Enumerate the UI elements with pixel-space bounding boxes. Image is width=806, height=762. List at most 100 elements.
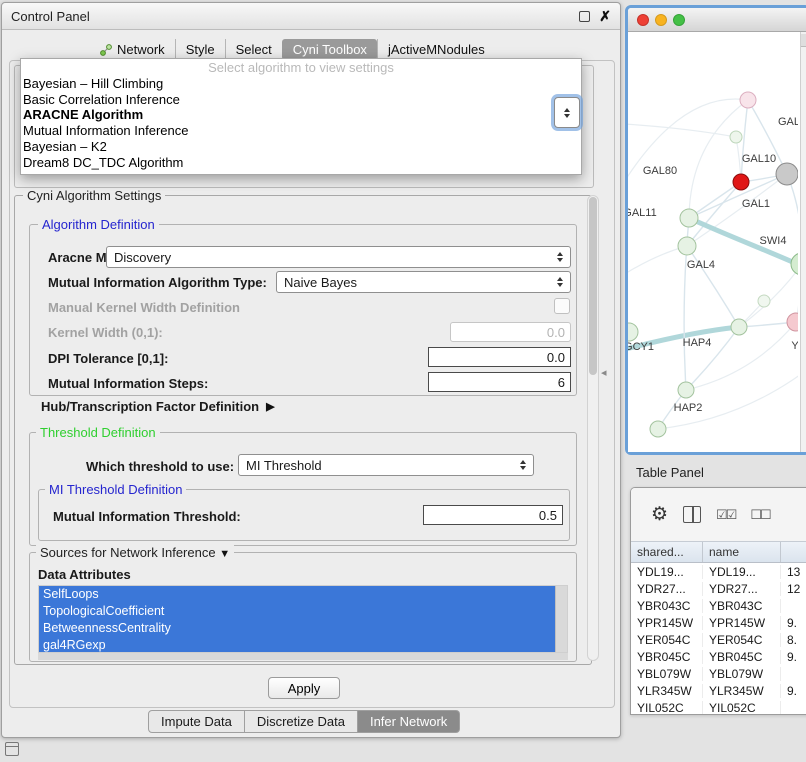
column-header-name[interactable]: name [703, 542, 781, 562]
table-row[interactable]: YDL19...YDL19...13 [631, 563, 806, 580]
tab-infer-network[interactable]: Infer Network [358, 710, 460, 733]
network-node-bottom-green[interactable] [650, 421, 666, 437]
table-row[interactable]: YLR345WYLR345W9. [631, 682, 806, 699]
table-row[interactable]: YBR043CYBR043C [631, 597, 806, 614]
close-icon[interactable]: ✗ [599, 9, 611, 23]
attributes-vertical-scrollbar[interactable] [555, 586, 567, 652]
tab-select[interactable]: Select [225, 39, 282, 60]
network-canvas[interactable]: GALGAL80GAL10GAL11GAL1SWI4GAL4GCY1HAP4HA… [628, 32, 806, 452]
control-panel-window: Control Panel ✗ Network Style Select Cyn… [1, 2, 621, 738]
tab-jactivemnodules[interactable]: jActiveMNodules [377, 39, 495, 60]
network-node-hap2[interactable] [678, 382, 694, 398]
columns-icon[interactable] [683, 506, 701, 523]
kernel-width-field[interactable]: 0.0 [450, 322, 571, 342]
zoom-traffic-light-icon[interactable] [673, 14, 685, 26]
table-panel-title: Table Panel [636, 465, 704, 480]
scroll-up-button[interactable] [801, 34, 806, 47]
sources-for-network-inference-group: Sources for Network Inference ▼ Data Att… [29, 552, 577, 662]
data-attribute-item[interactable]: gal4RGexp [39, 637, 555, 653]
mi-steps-field[interactable]: 6 [428, 372, 571, 392]
tab-impute-data[interactable]: Impute Data [148, 710, 245, 733]
algorithm-definition-title: Algorithm Definition [38, 217, 159, 232]
manual-kernel-width-label: Manual Kernel Width Definition [48, 300, 240, 315]
algorithm-option[interactable]: Mutual Information Inference [21, 123, 581, 139]
algorithm-combobox-stepper[interactable] [554, 97, 580, 128]
data-attribute-item[interactable]: BetweennessCentrality [39, 620, 555, 637]
network-window-titlebar[interactable] [628, 8, 806, 32]
algorithm-option[interactable]: Bayesian – K2 [21, 139, 581, 155]
network-node-red[interactable] [733, 174, 749, 190]
algorithm-option[interactable]: Basic Correlation Inference [21, 92, 581, 108]
network-node-gray[interactable] [776, 163, 798, 185]
table-row[interactable]: YER054CYER054C8. [631, 631, 806, 648]
data-attribute-item[interactable]: TopologicalCoefficient [39, 603, 555, 620]
table-cell: YIL052C [703, 701, 781, 715]
threshold-definition-title: Threshold Definition [36, 425, 160, 440]
network-edge [741, 100, 748, 182]
dpi-tolerance-field[interactable]: 0.0 [428, 347, 571, 367]
column-header-shared[interactable]: shared... [631, 542, 703, 562]
panel-dock-icon[interactable] [5, 742, 19, 756]
table-row[interactable]: YIL052CYIL052C [631, 699, 806, 715]
float-window-icon[interactable] [579, 11, 590, 22]
dropdown-placeholder: Select algorithm to view settings [21, 60, 581, 76]
network-node-pink-top[interactable] [740, 92, 756, 108]
gear-icon[interactable]: ⚙ [651, 505, 668, 524]
network-node-pink-right[interactable] [787, 313, 798, 331]
table-row[interactable]: YPR145WYPR145W9. [631, 614, 806, 631]
data-attribute-item[interactable]: SelfLoops [39, 586, 555, 603]
hub-transcription-factor-toggle[interactable]: Hub/Transcription Factor Definition ▶ [41, 399, 275, 414]
tab-style[interactable]: Style [175, 39, 225, 60]
mi-algorithm-type-select[interactable]: Naive Bayes [276, 271, 571, 293]
manual-kernel-width-checkbox[interactable] [554, 298, 570, 314]
network-node-hap4[interactable] [731, 319, 747, 335]
stepper-icon [564, 108, 570, 118]
node-label: HAP4 [683, 337, 712, 349]
column-header-extra[interactable] [781, 542, 806, 562]
sources-title[interactable]: Sources for Network Inference ▼ [36, 545, 234, 560]
network-node-green-top-small[interactable] [730, 131, 742, 143]
algorithm-option[interactable]: ARACNE Algorithm [21, 107, 581, 123]
minimize-traffic-light-icon[interactable] [655, 14, 667, 26]
mi-threshold-field[interactable]: 0.5 [423, 505, 563, 525]
attributes-horizontal-scrollbar[interactable] [38, 653, 568, 660]
stepper-icon [520, 460, 526, 470]
hub-section-label: Hub/Transcription Factor Definition [41, 399, 259, 414]
scrollbar-thumb[interactable] [589, 197, 597, 375]
network-node-gal4[interactable] [678, 237, 696, 255]
table-row[interactable]: YBL079WYBL079W [631, 665, 806, 682]
network-node-gal11[interactable] [680, 209, 698, 227]
network-vertical-scrollbar[interactable] [800, 32, 806, 452]
settings-scrollbar[interactable] [587, 195, 599, 661]
data-attributes-list[interactable]: SelfLoopsTopologicalCoefficientBetweenne… [38, 585, 568, 653]
node-label: HAP2 [674, 402, 703, 414]
close-traffic-light-icon[interactable] [637, 14, 649, 26]
table-cell: YPR145W [631, 616, 703, 630]
table-cell: 9. [781, 616, 806, 630]
which-threshold-select[interactable]: MI Threshold [238, 454, 534, 476]
tab-discretize-data[interactable]: Discretize Data [245, 710, 358, 733]
table-cell: YBR043C [703, 599, 781, 613]
aracne-mode-select[interactable]: Discovery [106, 246, 571, 268]
table-row[interactable]: YDR27...YDR27...12 [631, 580, 806, 597]
network-edge [658, 372, 798, 429]
table-row[interactable]: YBR045CYBR045C9. [631, 648, 806, 665]
node-label: SWI4 [760, 235, 787, 247]
network-node-mid-small[interactable] [758, 295, 770, 307]
tab-network[interactable]: Network [90, 39, 175, 60]
network-node-gcy1[interactable] [628, 323, 638, 341]
node-label: GAL [778, 116, 798, 128]
apply-button[interactable]: Apply [268, 677, 340, 699]
table-cell: YBR045C [703, 650, 781, 664]
which-threshold-label: Which threshold to use: [86, 459, 234, 474]
panel-collapse-icon[interactable]: ◂ [601, 366, 607, 379]
select-columns-icon[interactable]: ☑☑ [716, 507, 735, 523]
algorithm-option[interactable]: Dream8 DC_TDC Algorithm [21, 155, 581, 171]
tab-cyni-toolbox[interactable]: Cyni Toolbox [282, 39, 377, 60]
network-edge [787, 174, 798, 264]
network-node-right-green[interactable] [791, 253, 798, 275]
algorithm-option[interactable]: Bayesian – Hill Climbing [21, 76, 581, 92]
table-cell: YLR345W [703, 684, 781, 698]
panel-title: Control Panel [11, 9, 90, 24]
deselect-columns-icon[interactable]: ☐☐ [750, 507, 769, 523]
